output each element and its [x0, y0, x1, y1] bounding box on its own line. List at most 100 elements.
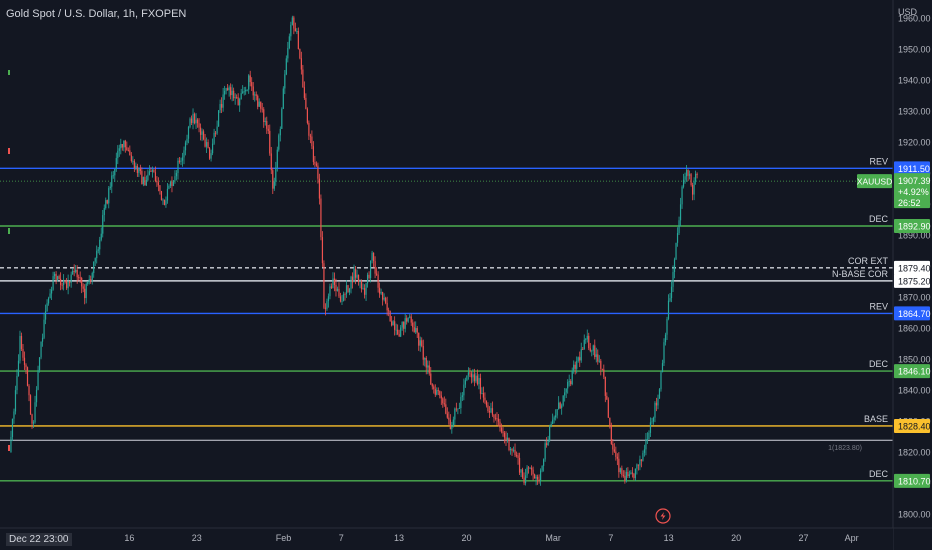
candle-body	[306, 108, 308, 123]
candle-body	[637, 464, 640, 466]
candle-body	[19, 336, 21, 361]
candle-body	[359, 281, 361, 283]
candle-body	[473, 374, 476, 382]
candle-body	[266, 121, 268, 129]
price-tick-label: 1860.00	[898, 324, 931, 334]
candle-body	[97, 249, 99, 251]
candle-body	[240, 93, 242, 100]
time-tick-label: 13	[394, 533, 404, 543]
last-price-tag-label: +4.92%	[898, 187, 929, 197]
candle-body	[631, 472, 633, 474]
candle-body	[278, 135, 280, 150]
candle-body	[211, 143, 214, 154]
candle-body	[523, 477, 525, 484]
candle-body	[574, 364, 576, 369]
candle-body	[619, 468, 621, 473]
candle-body	[565, 388, 567, 393]
plot-background[interactable]	[0, 0, 893, 528]
time-tick-label: 20	[461, 533, 471, 543]
time-axis[interactable]: 91623Feb71320Mar7132027Apr	[0, 527, 932, 550]
candle-body	[366, 274, 369, 284]
candle-body	[72, 270, 74, 275]
candle-body	[482, 393, 485, 398]
candle-body	[73, 270, 75, 272]
level-name-label: REV	[869, 156, 888, 166]
candle-body	[329, 286, 331, 297]
candle-body	[503, 432, 506, 438]
candle-body	[177, 160, 179, 174]
candle-body	[26, 367, 29, 386]
candle-body	[150, 171, 152, 173]
candle-body	[588, 335, 590, 349]
price-tick-label: 1840.00	[898, 386, 931, 396]
candle-body	[180, 160, 182, 162]
candle-body	[559, 402, 561, 409]
candle-body	[360, 281, 363, 290]
candle-body	[339, 296, 342, 302]
level-name-label: DEC	[869, 469, 889, 479]
candle-body	[255, 94, 257, 96]
candle-body	[135, 165, 137, 168]
candle-body	[481, 393, 483, 394]
candle-body	[362, 288, 364, 290]
candle-body	[391, 321, 393, 326]
candle-body	[452, 419, 454, 427]
candle-body	[145, 180, 147, 186]
candle-body	[430, 373, 432, 385]
candle-body	[105, 200, 107, 209]
candle-body	[458, 408, 460, 409]
candle-body	[570, 381, 572, 385]
candle-body	[82, 286, 84, 289]
candle-body	[151, 169, 154, 172]
candle-body	[478, 378, 480, 385]
candle-body	[46, 303, 48, 312]
candle-body	[664, 334, 667, 343]
candle-body	[29, 395, 32, 415]
candle-body	[141, 170, 143, 185]
candle-body	[437, 390, 439, 392]
candle-body	[527, 467, 530, 469]
candle-body	[96, 250, 98, 259]
candle-body	[577, 357, 579, 361]
candle-body	[117, 150, 119, 159]
candle-body	[130, 155, 132, 161]
candle-body	[449, 419, 451, 429]
candle-body	[20, 336, 23, 349]
candle-body	[424, 357, 426, 360]
candle-body	[371, 252, 373, 261]
candle-body	[439, 391, 441, 396]
candle-body	[121, 143, 123, 148]
candle-body	[174, 176, 176, 181]
price-tag-label: 1828.40	[898, 421, 931, 431]
candle-body	[246, 89, 248, 91]
candle-body	[144, 177, 146, 186]
candle-body	[99, 239, 101, 250]
candle-body	[17, 360, 20, 376]
candle-body	[47, 298, 50, 304]
candle-body	[208, 148, 211, 159]
plot-area[interactable]	[0, 0, 893, 528]
candle-body	[488, 411, 491, 413]
candle-body	[261, 108, 263, 110]
candle-body	[230, 87, 232, 96]
candle-body	[315, 163, 318, 166]
candle-body	[681, 186, 683, 205]
candle-body	[630, 472, 632, 475]
candle-body	[634, 468, 637, 479]
candle-body	[186, 138, 188, 143]
candle-body	[547, 440, 549, 446]
candle-body	[294, 28, 296, 32]
level-name-label: REV	[869, 301, 888, 311]
candle-body	[682, 179, 685, 187]
candle-body	[303, 87, 305, 98]
candle-body	[506, 437, 509, 441]
candle-body	[154, 172, 157, 182]
candle-body	[688, 174, 691, 176]
price-chart[interactable]: REV DEC COR EXT N-BASE COR REV DEC BASE 1(1823.…	[0, 0, 932, 550]
candle-body	[133, 160, 135, 168]
candle-body	[163, 199, 166, 205]
candle-body	[43, 319, 45, 338]
price-tag-label: 1879.40	[898, 263, 931, 273]
candle-body	[305, 97, 307, 109]
candle-body	[11, 418, 14, 437]
